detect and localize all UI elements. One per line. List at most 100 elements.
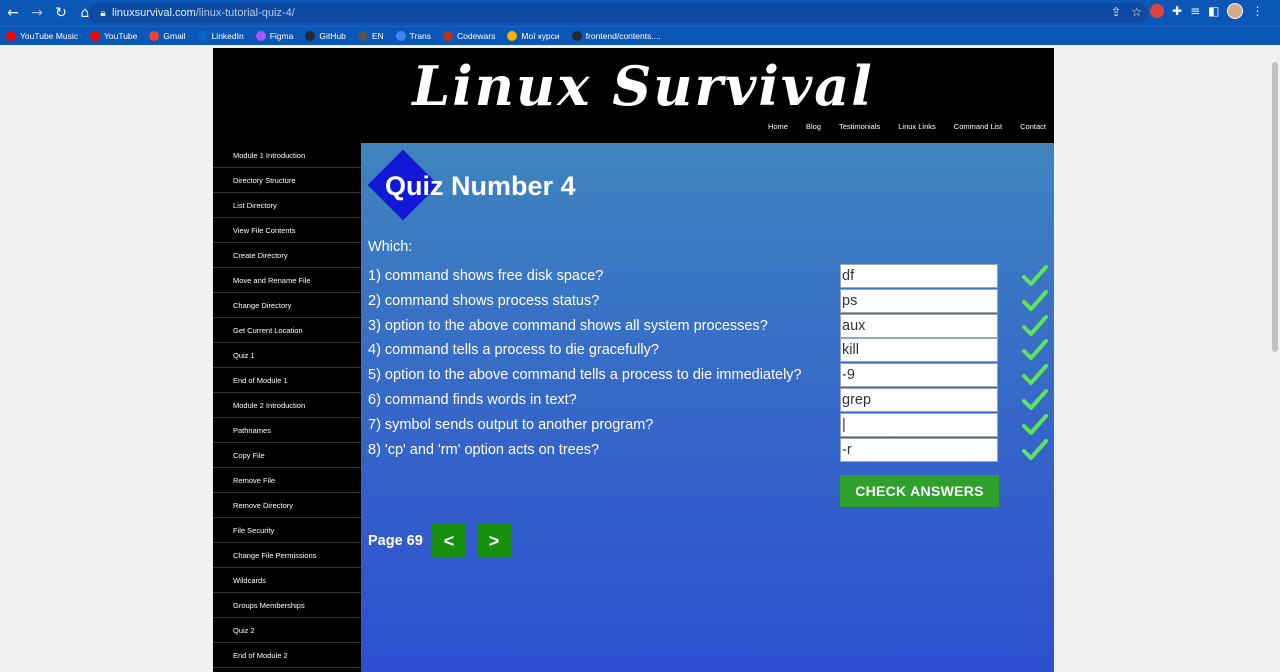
- sidebar-item[interactable]: Create Directory: [213, 243, 361, 268]
- bookmark-item[interactable]: Figma: [255, 31, 294, 41]
- bookmark-item[interactable]: EN: [357, 31, 384, 41]
- answer-input[interactable]: [840, 412, 998, 437]
- bookmark-favicon-icon: [6, 31, 16, 41]
- sidebar-item[interactable]: Get Current Location: [213, 318, 361, 343]
- sidebar-item[interactable]: Wildcards: [213, 568, 361, 593]
- sidebar-item[interactable]: Module 2 Introduction: [213, 393, 361, 418]
- sidebar-item[interactable]: End of Module 2: [213, 643, 361, 668]
- bookmark-favicon-icon: [395, 31, 406, 41]
- check-answers-button[interactable]: CHECK ANSWERS: [840, 475, 999, 507]
- sidebar-item[interactable]: Remove Directory: [213, 493, 361, 518]
- quiz-content: Quiz Number 4 Which: 1) command shows fr…: [361, 143, 1054, 672]
- answer-input[interactable]: [840, 288, 998, 313]
- bookmarks-bar: YouTube Music YouTube Gmail LinkedIn Figma Gi…: [0, 26, 1280, 45]
- checkmark-icon: [1022, 314, 1048, 338]
- browser-toolbar: ← → ↻ ⌂ 🔒︎ linuxsurvival.com/linux-tutor…: [0, 0, 1280, 26]
- page-scrollbar[interactable]: [1270, 48, 1280, 672]
- bookmark-item[interactable]: LinkedIn: [197, 31, 244, 41]
- question-text: 8) 'cp' and 'rm' option acts on trees?: [368, 441, 600, 458]
- sidebar-item[interactable]: View File Contents: [213, 218, 361, 243]
- sidebar-item[interactable]: Pathnames: [213, 418, 361, 443]
- sidebar-item[interactable]: List Directory: [213, 193, 361, 218]
- question-row: 7) symbol sends output to another progra…: [368, 412, 1048, 437]
- next-page-button[interactable]: >: [477, 524, 511, 558]
- sidebar-item[interactable]: Move and Rename File: [213, 268, 361, 293]
- bookmark-favicon-icon: [255, 31, 266, 41]
- bookmark-star-icon[interactable]: ☆: [1131, 5, 1142, 19]
- page-title: Quiz Number 4: [385, 171, 576, 201]
- nav-link[interactable]: Blog: [806, 122, 821, 131]
- nav-link[interactable]: Linux Links: [898, 122, 936, 131]
- bookmark-favicon-icon: [443, 31, 454, 41]
- sidebar-item[interactable]: Copy File: [213, 443, 361, 468]
- answer-input[interactable]: [840, 313, 998, 338]
- bookmark-item[interactable]: Codewars: [443, 31, 495, 41]
- puzzle-icon[interactable]: ✚: [1172, 4, 1182, 18]
- answer-input[interactable]: [840, 264, 998, 288]
- scrollbar-thumb[interactable]: [1272, 62, 1278, 352]
- bookmark-label: GitHub: [319, 31, 346, 41]
- question-text: 7) symbol sends output to another progra…: [368, 416, 654, 433]
- answer-input[interactable]: [840, 363, 998, 388]
- tab-icon[interactable]: ◧: [1208, 4, 1219, 18]
- answer-input[interactable]: [840, 338, 998, 363]
- bookmark-label: Figma: [269, 31, 294, 41]
- sidebar-item[interactable]: Module 1 Introduction: [213, 143, 361, 168]
- bookmark-item[interactable]: Мої курси: [507, 31, 560, 41]
- question-text: 6) command finds words in text?: [368, 392, 577, 408]
- question-text: 1) command shows free disk space?: [368, 268, 604, 284]
- address-bar[interactable]: 🔒︎ linuxsurvival.com/linux-tutorial-quiz…: [88, 3, 1148, 23]
- bookmark-item[interactable]: YouTube Music: [6, 31, 78, 41]
- quiz-intro: Which:: [368, 239, 413, 255]
- question-row: 4) command tells a process to die gracef…: [368, 338, 1048, 363]
- nav-link[interactable]: Testimonials: [839, 122, 880, 131]
- sidebar-item[interactable]: Remove File: [213, 468, 361, 493]
- forward-icon[interactable]: →: [26, 2, 48, 24]
- answer-input[interactable]: [840, 388, 998, 412]
- profile-avatar[interactable]: [1227, 3, 1244, 19]
- back-icon[interactable]: ←: [2, 2, 24, 24]
- site-logo[interactable]: Linux Survival: [403, 54, 883, 118]
- menu-icon[interactable]: ⋮: [1251, 4, 1263, 18]
- share-icon[interactable]: ⇪: [1111, 5, 1121, 19]
- question-text: 3) option to the above command shows all…: [368, 317, 768, 334]
- answer-input[interactable]: [840, 437, 998, 462]
- bookmark-label: LinkedIn: [211, 31, 244, 41]
- question-row: 1) command shows free disk space?: [368, 264, 1048, 288]
- reload-icon[interactable]: ↻: [50, 2, 72, 24]
- question-row: 3) option to the above command shows all…: [368, 313, 1048, 338]
- bookmark-label: YouTube Music: [20, 31, 78, 41]
- question-row: 8) 'cp' and 'rm' option acts on trees?: [368, 437, 1048, 462]
- prev-page-button[interactable]: <: [432, 524, 466, 558]
- bookmark-label: Gmail: [163, 31, 186, 41]
- address-url[interactable]: linuxsurvival.com/linux-tutorial-quiz-4/: [112, 7, 295, 19]
- bookmark-favicon-icon: [149, 31, 160, 41]
- lock-icon: 🔒︎: [100, 7, 106, 19]
- checkmark-icon: [1022, 338, 1048, 362]
- nav-link[interactable]: Command List: [954, 122, 1002, 131]
- sidebar: Module 1 Introduction Directory Structure…: [213, 143, 361, 672]
- bookmark-item[interactable]: frontend/contents....: [571, 31, 661, 41]
- nav-link[interactable]: Contact: [1020, 122, 1046, 131]
- checkmark-icon: [1022, 388, 1048, 412]
- sidebar-item[interactable]: End of Module 1: [213, 368, 361, 393]
- extension-icon[interactable]: [1150, 4, 1164, 18]
- sidebar-item[interactable]: Quiz 2: [213, 618, 361, 643]
- sidebar-item[interactable]: Change File Permissions: [213, 543, 361, 568]
- checkmark-icon: [1022, 363, 1048, 387]
- top-nav: Home Blog Testimonials Linux Links Command L…: [768, 122, 1046, 131]
- sidebar-item[interactable]: Directory Structure: [213, 168, 361, 193]
- checkmark-icon: [1022, 289, 1048, 313]
- checkmark-icon: [1022, 438, 1048, 462]
- sidebar-item[interactable]: File Security: [213, 518, 361, 543]
- bookmark-item[interactable]: Trans: [395, 31, 431, 41]
- media-icon[interactable]: ≡: [1190, 4, 1200, 18]
- sidebar-item[interactable]: Change Directory: [213, 293, 361, 318]
- bookmark-item[interactable]: Gmail: [149, 31, 186, 41]
- sidebar-item[interactable]: Groups Memberships: [213, 593, 361, 618]
- bookmark-item[interactable]: GitHub: [305, 31, 346, 41]
- sidebar-item[interactable]: Quiz 1: [213, 343, 361, 368]
- nav-link[interactable]: Home: [768, 122, 788, 131]
- checkmark-icon: [1022, 413, 1048, 437]
- bookmark-item[interactable]: YouTube: [89, 31, 137, 41]
